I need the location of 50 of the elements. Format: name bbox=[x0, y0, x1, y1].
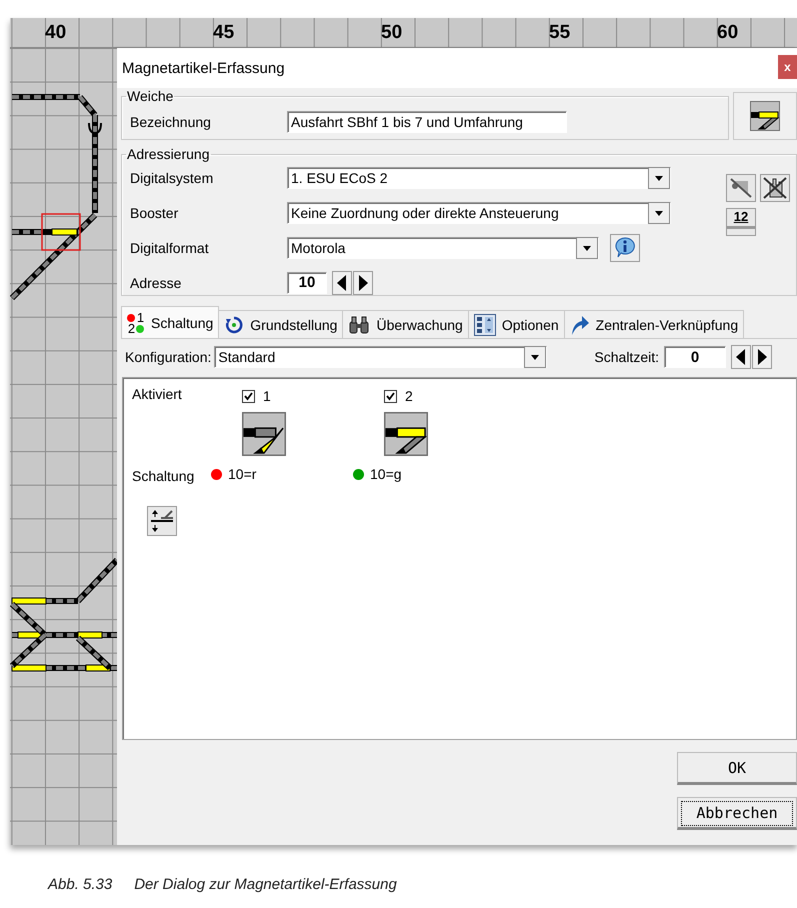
dropdown-field[interactable]: 1. ESU ECoS 2 bbox=[287, 166, 671, 188]
curved-arrow-icon bbox=[570, 314, 590, 336]
crossed-hand-icon[interactable] bbox=[760, 174, 790, 202]
counter-button[interactable]: 12 bbox=[726, 208, 756, 236]
dialog-button[interactable]: Abbrechen bbox=[677, 797, 797, 830]
ruler-number: 55 bbox=[549, 22, 572, 44]
window-title: Magnetartikel-Erfassung bbox=[122, 60, 285, 76]
checkbox[interactable] bbox=[384, 390, 397, 402]
name-field[interactable]: Ausfahrt SBhf 1 bis 7 und Umfahrung bbox=[287, 110, 567, 132]
info-button[interactable] bbox=[610, 234, 640, 262]
address-label: 10=g bbox=[370, 466, 402, 482]
close-button[interactable]: x bbox=[778, 55, 797, 79]
crossed-signal-icon[interactable] bbox=[726, 174, 756, 202]
field-label: Adresse bbox=[130, 274, 182, 290]
row-label: Aktiviert bbox=[132, 386, 183, 404]
dropdown-field[interactable]: Keine Zuordnung oder direkte Ansteuerung bbox=[287, 202, 671, 224]
dropdown-field[interactable]: Standard bbox=[214, 346, 548, 368]
ruler-number: 50 bbox=[381, 22, 404, 44]
checkbox[interactable] bbox=[242, 390, 255, 402]
tab[interactable]: Optionen bbox=[468, 310, 565, 338]
figure-number: Abb. 5.33 bbox=[48, 876, 112, 893]
decrement-button[interactable] bbox=[731, 345, 751, 369]
tab[interactable]: 1 2 Schaltung bbox=[121, 306, 220, 338]
field-label: Bezeichnung bbox=[130, 114, 212, 130]
address-label: 10=r bbox=[228, 466, 256, 482]
time-field[interactable]: 0 bbox=[664, 346, 726, 368]
ruler-number: 40 bbox=[45, 22, 68, 44]
field-label: Schaltzeit: bbox=[594, 349, 659, 365]
group-label: Adressierung bbox=[126, 146, 210, 162]
increment-button[interactable] bbox=[353, 270, 373, 294]
tab[interactable]: Zentralen-Verknüpfung bbox=[564, 310, 744, 338]
field-label: Digitalformat bbox=[130, 240, 210, 256]
ruler-number: 45 bbox=[213, 22, 236, 44]
toggle-order-button[interactable] bbox=[147, 506, 177, 536]
address-field[interactable]: 10 bbox=[287, 272, 327, 294]
figure-caption: Der Dialog zur Magnetartikel-Erfassung bbox=[134, 876, 397, 893]
field-label: Booster bbox=[130, 204, 180, 220]
binoculars-icon bbox=[348, 316, 370, 334]
refresh-icon bbox=[224, 314, 244, 334]
field-label: Konfiguration: bbox=[125, 349, 212, 365]
checkbox-label: 2 bbox=[405, 388, 413, 404]
field-label: Digitalsystem bbox=[130, 170, 214, 186]
increment-button[interactable] bbox=[752, 345, 772, 369]
dialog-button[interactable]: OK bbox=[677, 752, 797, 785]
checkbox-label: 1 bbox=[263, 388, 271, 404]
options-icon bbox=[474, 314, 496, 336]
ruler-number: 60 bbox=[717, 22, 740, 44]
decrement-button[interactable] bbox=[332, 270, 352, 294]
dropdown-field[interactable]: Motorola bbox=[287, 236, 599, 258]
group-label: Weiche bbox=[126, 88, 174, 104]
